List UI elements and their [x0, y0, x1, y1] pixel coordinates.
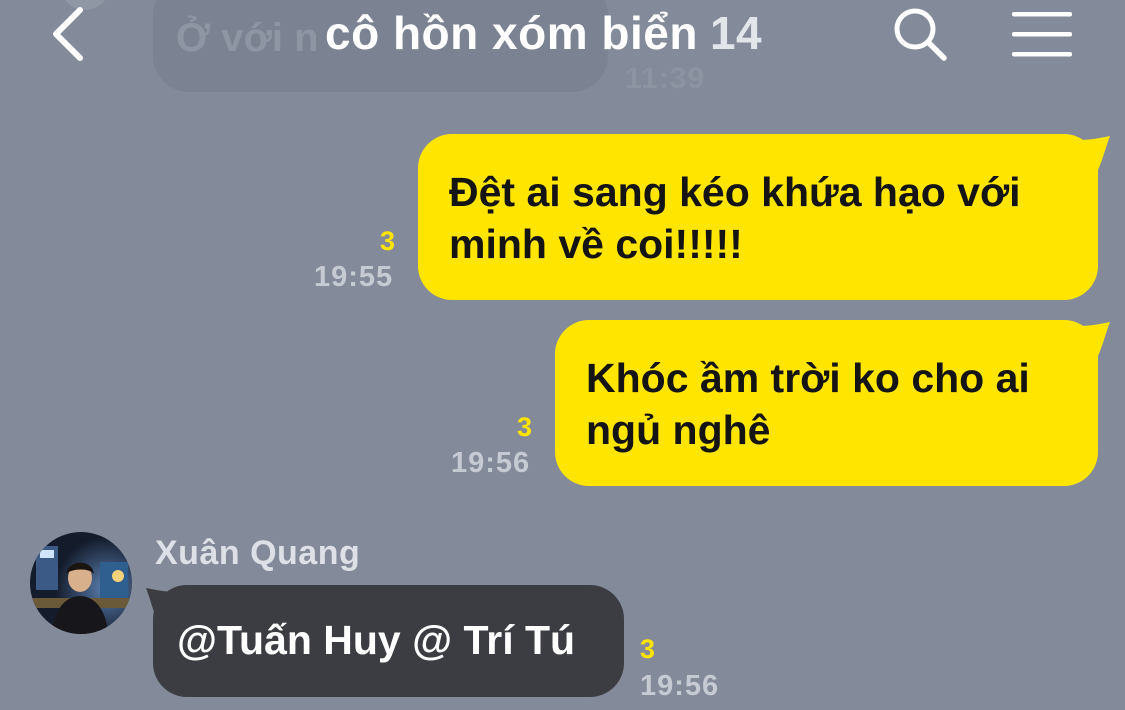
- bubble-tail: [1080, 136, 1110, 170]
- bubble-tail: [1080, 322, 1110, 356]
- outgoing-message-bubble[interactable]: Đệt ai sang kéo khứa hạo với minh về coi…: [418, 134, 1098, 300]
- member-count: 14: [709, 7, 763, 59]
- read-count: 3: [640, 634, 656, 664]
- incoming-message-bubble[interactable]: @Tuấn Huy @ Trí Tú: [153, 585, 624, 697]
- avatar[interactable]: [30, 532, 132, 634]
- sender-name: Xuân Quang: [155, 534, 361, 572]
- message-time: 19:56: [451, 447, 531, 479]
- chat-title-text: cô hồn xóm biển: [325, 7, 698, 59]
- chat-screen: Ở với n 11:39 cô hồn xóm biển 14 3 19:55 …: [0, 0, 1125, 710]
- message-time: 19:56: [640, 670, 720, 702]
- read-count: 3: [380, 226, 396, 256]
- search-icon[interactable]: [890, 4, 952, 64]
- chevron-left-icon[interactable]: [38, 2, 98, 64]
- previous-message-text: Ở với n: [176, 16, 319, 60]
- read-count: 3: [517, 412, 533, 442]
- outgoing-message-bubble[interactable]: Khóc ầm trời ko cho ai ngủ nghê: [555, 320, 1098, 486]
- message-time: 19:55: [314, 261, 394, 293]
- hamburger-menu-icon[interactable]: [1008, 8, 1076, 60]
- previous-message-time: 11:39: [625, 62, 706, 95]
- chat-title[interactable]: cô hồn xóm biển 14: [325, 6, 762, 60]
